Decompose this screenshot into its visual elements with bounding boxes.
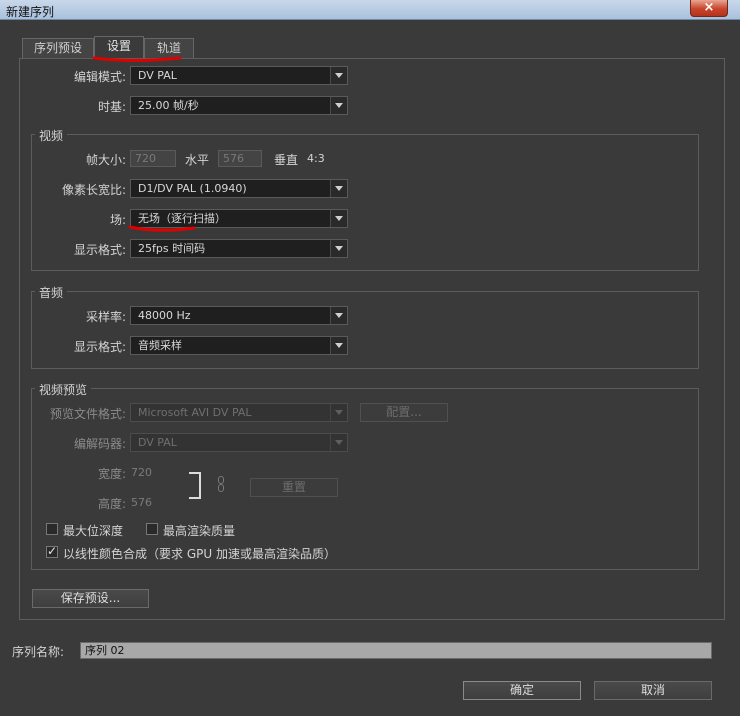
save-preset-button[interactable]: 保存预设... [32, 589, 149, 608]
chevron-down-icon [330, 97, 347, 114]
audio-group [31, 291, 699, 369]
select-value: Microsoft AVI DV PAL [138, 406, 252, 419]
tab-sequence-presets[interactable]: 序列预设 [22, 38, 94, 58]
preview-width-value[interactable]: 720 [131, 466, 152, 479]
select-value: 25.00 帧/秒 [138, 99, 199, 112]
select-value: 48000 Hz [138, 309, 191, 322]
link-bracket [189, 472, 201, 499]
tab-label: 轨道 [156, 41, 181, 55]
max-bit-depth-label: 最大位深度 [63, 524, 124, 538]
ok-button[interactable]: 确定 [463, 681, 581, 700]
aspect-ratio-text: 4:3 [307, 152, 325, 165]
linear-color-label: 以线性颜色合成（要求 GPU 加速或最高渲染品质） [63, 547, 336, 561]
close-icon: × [703, 0, 715, 15]
pixel-aspect-select[interactable]: D1/DV PAL (1.0940) [130, 179, 348, 198]
video-display-format-select[interactable]: 25fps 时间码 [130, 239, 348, 258]
max-render-quality-label: 最高渲染质量 [163, 524, 236, 538]
chevron-down-icon [330, 307, 347, 324]
button-label: 确定 [509, 683, 534, 697]
video-preview-group-title: 视频预览 [35, 381, 92, 398]
audio-group-title: 音频 [35, 284, 68, 301]
tab-tracks[interactable]: 轨道 [144, 38, 194, 58]
editing-mode-label: 编辑模式: [73, 70, 126, 84]
cancel-button[interactable]: 取消 [594, 681, 712, 700]
chevron-down-icon [330, 434, 347, 451]
fields-label: 场: [109, 213, 126, 227]
tab-label: 设置 [106, 39, 131, 53]
linear-color-checkbox[interactable] [46, 544, 58, 558]
reset-button[interactable]: 重置 [250, 478, 338, 497]
editing-mode-select[interactable]: DV PAL [130, 66, 348, 85]
frame-size-label: 帧大小: [85, 153, 126, 167]
horizontal-label: 水平 [185, 153, 210, 167]
audio-display-format-label: 显示格式: [73, 340, 126, 354]
codec-select[interactable]: DV PAL [130, 433, 348, 452]
pixel-aspect-label: 像素长宽比: [61, 183, 126, 197]
select-value: 音频采样 [138, 339, 182, 352]
sequence-name-input[interactable]: 序列 02 [80, 642, 712, 659]
codec-label: 编解码器: [73, 437, 126, 451]
preview-file-format-select[interactable]: Microsoft AVI DV PAL [130, 403, 348, 422]
frame-height-field[interactable]: 576 [218, 150, 262, 167]
chevron-down-icon [330, 210, 347, 227]
sample-rate-label: 采样率: [85, 310, 126, 324]
video-group-title: 视频 [35, 127, 68, 144]
audio-display-format-select[interactable]: 音频采样 [130, 336, 348, 355]
button-label: 重置 [281, 480, 306, 494]
chain-link-icon[interactable] [218, 476, 224, 492]
close-button[interactable]: × [690, 0, 728, 17]
preview-height-value[interactable]: 576 [131, 496, 152, 509]
max-render-quality-checkbox[interactable] [146, 523, 158, 535]
window-title: 新建序列 [6, 5, 55, 19]
sample-rate-select[interactable]: 48000 Hz [130, 306, 348, 325]
tab-settings[interactable]: 设置 [94, 36, 144, 59]
preview-height-label: 高度: [97, 497, 126, 511]
fields-select[interactable]: 无场（逐行扫描） [130, 209, 348, 228]
max-bit-depth-checkbox[interactable] [46, 523, 58, 535]
select-value: 25fps 时间码 [138, 242, 206, 255]
title-bar: 新建序列 × [0, 0, 740, 20]
select-value: DV PAL [138, 69, 177, 82]
sequence-name-label: 序列名称: [12, 645, 65, 659]
select-value: DV PAL [138, 436, 177, 449]
button-label: 取消 [640, 683, 665, 697]
chevron-down-icon [330, 180, 347, 197]
chevron-down-icon [330, 240, 347, 257]
timebase-label: 时基: [97, 100, 126, 114]
frame-width-field[interactable]: 720 [130, 150, 176, 167]
tab-label: 序列预设 [33, 41, 82, 55]
chevron-down-icon [330, 404, 347, 421]
chevron-down-icon [330, 67, 347, 84]
select-value: D1/DV PAL (1.0940) [138, 182, 247, 195]
video-display-format-label: 显示格式: [73, 243, 126, 257]
button-label: 配置... [386, 405, 422, 419]
configure-button[interactable]: 配置... [360, 403, 448, 422]
button-label: 保存预设... [60, 591, 121, 605]
timebase-select[interactable]: 25.00 帧/秒 [130, 96, 348, 115]
preview-file-format-label: 预览文件格式: [49, 407, 126, 421]
vertical-label: 垂直 [274, 153, 299, 167]
preview-width-label: 宽度: [97, 467, 126, 481]
select-value: 无场（逐行扫描） [138, 212, 226, 225]
chevron-down-icon [330, 337, 347, 354]
